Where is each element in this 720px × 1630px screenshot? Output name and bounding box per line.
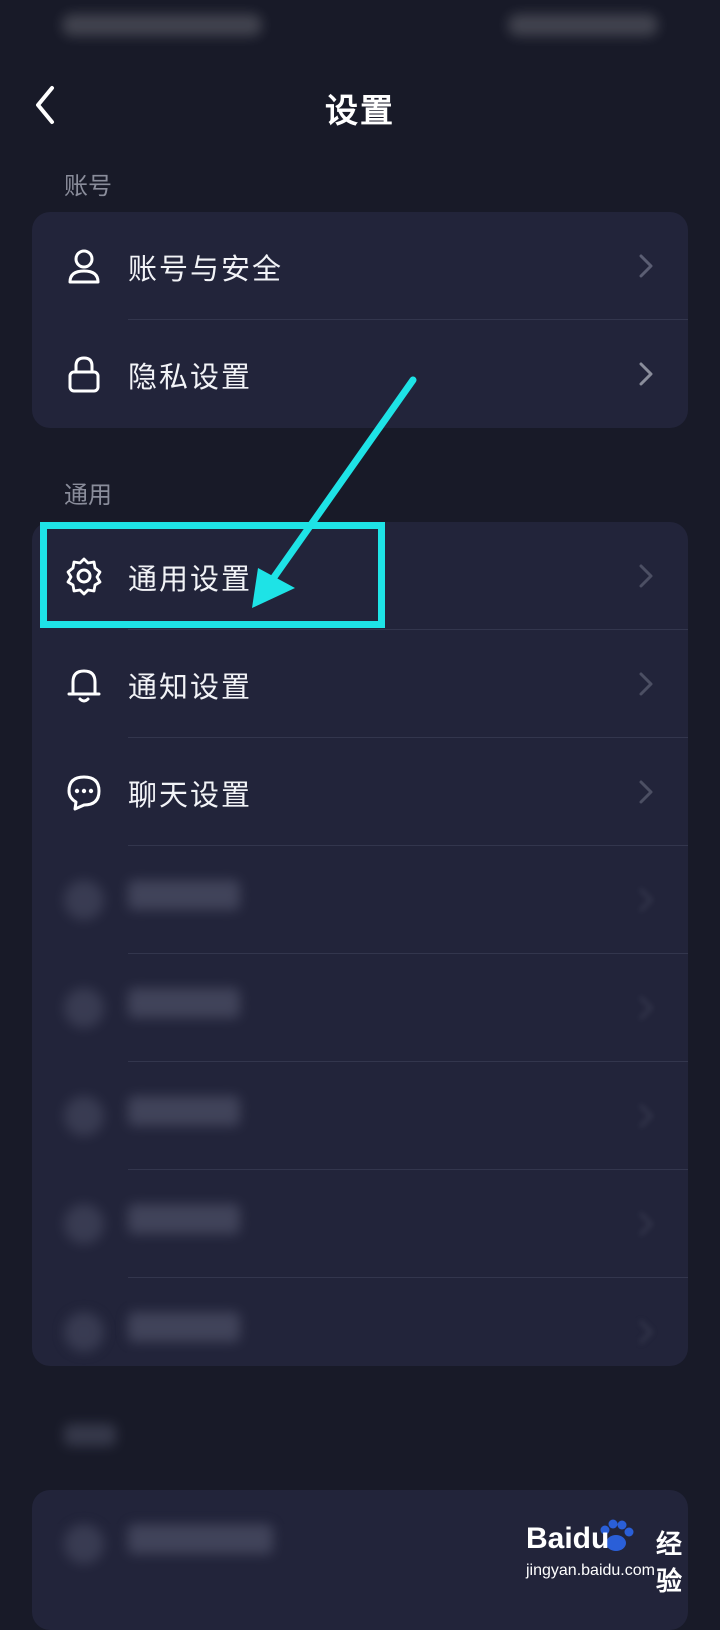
blurred-label: [128, 1096, 240, 1126]
status-bar: [0, 0, 720, 55]
blurred-label: [128, 1312, 240, 1342]
status-bar-carrier: [62, 14, 262, 36]
blurred-icon: [64, 988, 104, 1028]
chevron-right-icon: [639, 1104, 653, 1128]
chevron-right-icon: [639, 1320, 653, 1344]
chevron-right-icon: [639, 362, 653, 386]
bell-icon: [67, 669, 101, 703]
account-settings-card: 账号与安全 隐私设置: [32, 212, 688, 428]
blurred-section-label: [64, 1424, 116, 1446]
blurred-icon: [64, 1312, 104, 1352]
chevron-right-icon: [639, 888, 653, 912]
blurred-icon: [64, 880, 104, 920]
blurred-icon: [64, 1096, 104, 1136]
section-label-account: 账号: [64, 172, 112, 200]
blurred-settings-item[interactable]: [32, 1278, 688, 1366]
header: 设置: [0, 60, 720, 152]
highlight-box: [40, 522, 385, 628]
page-title: 设置: [325, 91, 395, 130]
blurred-icon: [64, 1524, 104, 1564]
blurred-settings-item[interactable]: [32, 846, 688, 954]
chat-bubble-icon: [67, 775, 101, 811]
lock-icon: [68, 356, 100, 393]
blurred-label: [128, 1524, 273, 1554]
status-bar-indicators: [508, 14, 658, 36]
chat-settings-item[interactable]: 聊天设置: [32, 738, 688, 846]
baidu-jingyan-watermark: Baidu 经验 jingyan.baidu.com: [486, 1516, 706, 1597]
blurred-label: [128, 880, 240, 910]
account-security-label: 账号与安全: [128, 252, 284, 286]
general-settings-card: 通用设置 通知设置 聊天设置: [32, 522, 688, 1366]
chevron-right-icon: [639, 564, 653, 588]
chevron-right-icon: [639, 1212, 653, 1236]
privacy-settings-item[interactable]: 隐私设置: [32, 320, 688, 428]
chevron-right-icon: [639, 780, 653, 804]
watermark-brand: Baidu: [526, 1522, 610, 1555]
blurred-label: [128, 988, 240, 1018]
watermark-url: jingyan.baidu.com: [526, 1562, 655, 1579]
chevron-right-icon: [639, 254, 653, 278]
account-security-item[interactable]: 账号与安全: [32, 212, 688, 320]
notification-settings-item[interactable]: 通知设置: [32, 630, 688, 738]
chat-settings-label: 聊天设置: [128, 778, 253, 812]
blurred-settings-item[interactable]: [32, 954, 688, 1062]
blurred-settings-item[interactable]: [32, 1170, 688, 1278]
chevron-right-icon: [639, 996, 653, 1020]
notification-settings-label: 通知设置: [128, 670, 253, 704]
watermark-cn: 经验: [656, 1530, 683, 1597]
section-label-general: 通用: [64, 481, 112, 509]
blurred-settings-item[interactable]: [32, 1062, 688, 1170]
privacy-settings-label: 隐私设置: [128, 360, 253, 394]
person-icon: [68, 249, 100, 284]
blurred-icon: [64, 1204, 104, 1244]
chevron-right-icon: [639, 672, 653, 696]
blurred-label: [128, 1204, 240, 1234]
